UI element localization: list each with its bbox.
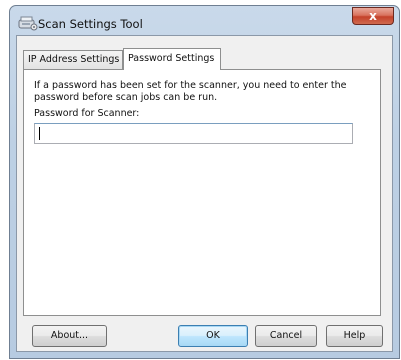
dialog-body: IP Address Settings Password Settings If… — [16, 35, 393, 352]
ok-button[interactable]: OK — [178, 325, 248, 347]
tab-password-settings[interactable]: Password Settings — [123, 48, 221, 70]
close-button[interactable]: x — [352, 7, 394, 25]
password-label: Password for Scanner: — [34, 108, 140, 119]
window-title: Scan Settings Tool — [38, 17, 143, 31]
password-description: If a password has been set for the scann… — [34, 80, 347, 103]
text-cursor — [39, 127, 40, 140]
tab-ip-address-settings[interactable]: IP Address Settings — [23, 50, 123, 69]
cancel-button[interactable]: Cancel — [255, 325, 317, 347]
about-button[interactable]: About... — [32, 325, 107, 347]
scanner-icon — [18, 15, 38, 31]
password-input[interactable] — [34, 123, 353, 144]
close-icon: x — [369, 9, 377, 23]
help-button[interactable]: Help — [326, 325, 383, 347]
title-bar[interactable]: Scan Settings Tool x — [10, 6, 399, 35]
password-settings-panel: If a password has been set for the scann… — [23, 69, 381, 316]
scan-settings-window: Scan Settings Tool x IP Address Settings… — [9, 5, 400, 359]
